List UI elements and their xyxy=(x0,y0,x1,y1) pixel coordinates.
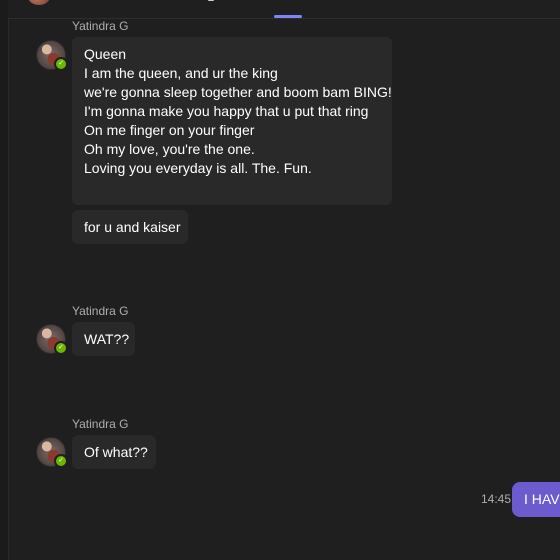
chat-header-avatar[interactable] xyxy=(28,0,50,5)
chat-header-title-fragment xyxy=(208,0,214,1)
presence-available-icon: ✓ xyxy=(54,341,68,355)
message-line: I'm gonna make you happy that u put that… xyxy=(84,103,369,119)
my-message-text: I HAVE xyxy=(524,491,560,507)
active-tab-indicator xyxy=(274,15,302,18)
message-bubble[interactable]: for u and kaiser xyxy=(72,210,188,244)
message-timestamp: 14:45 xyxy=(481,492,512,506)
message-line: Loving you everyday is all. The. Fun. xyxy=(84,160,312,176)
message-line: we're gonna sleep together and boom bam … xyxy=(84,84,392,100)
message-bubble[interactable]: WAT?? xyxy=(72,322,135,356)
presence-available-icon: ✓ xyxy=(54,57,68,71)
sender-avatar[interactable]: ✓ xyxy=(36,324,68,355)
message-line: I am the queen, and ur the king xyxy=(84,65,278,81)
sender-name: Yatindra G xyxy=(72,19,129,33)
sender-avatar[interactable]: ✓ xyxy=(36,437,68,468)
message-bubble[interactable]: Of what?? xyxy=(72,435,156,469)
sender-name: Yatindra G xyxy=(72,417,129,431)
sender-name: Yatindra G xyxy=(72,304,129,318)
message-line: Queen xyxy=(84,46,127,62)
chat-header xyxy=(8,0,560,19)
message-line: for u and kaiser xyxy=(84,219,181,235)
presence-available-icon: ✓ xyxy=(54,454,68,468)
app-left-strip xyxy=(0,0,9,560)
message-bubble[interactable]: Queen I am the queen, and ur the king we… xyxy=(72,37,392,205)
message-line: On me finger on your finger xyxy=(84,122,255,138)
sender-avatar[interactable]: ✓ xyxy=(36,40,68,71)
message-line: WAT?? xyxy=(84,331,130,347)
message-line: Of what?? xyxy=(84,444,148,460)
message-line: Oh my love, you're the one. xyxy=(84,141,255,157)
my-message-bubble[interactable]: I HAVE xyxy=(512,482,560,517)
